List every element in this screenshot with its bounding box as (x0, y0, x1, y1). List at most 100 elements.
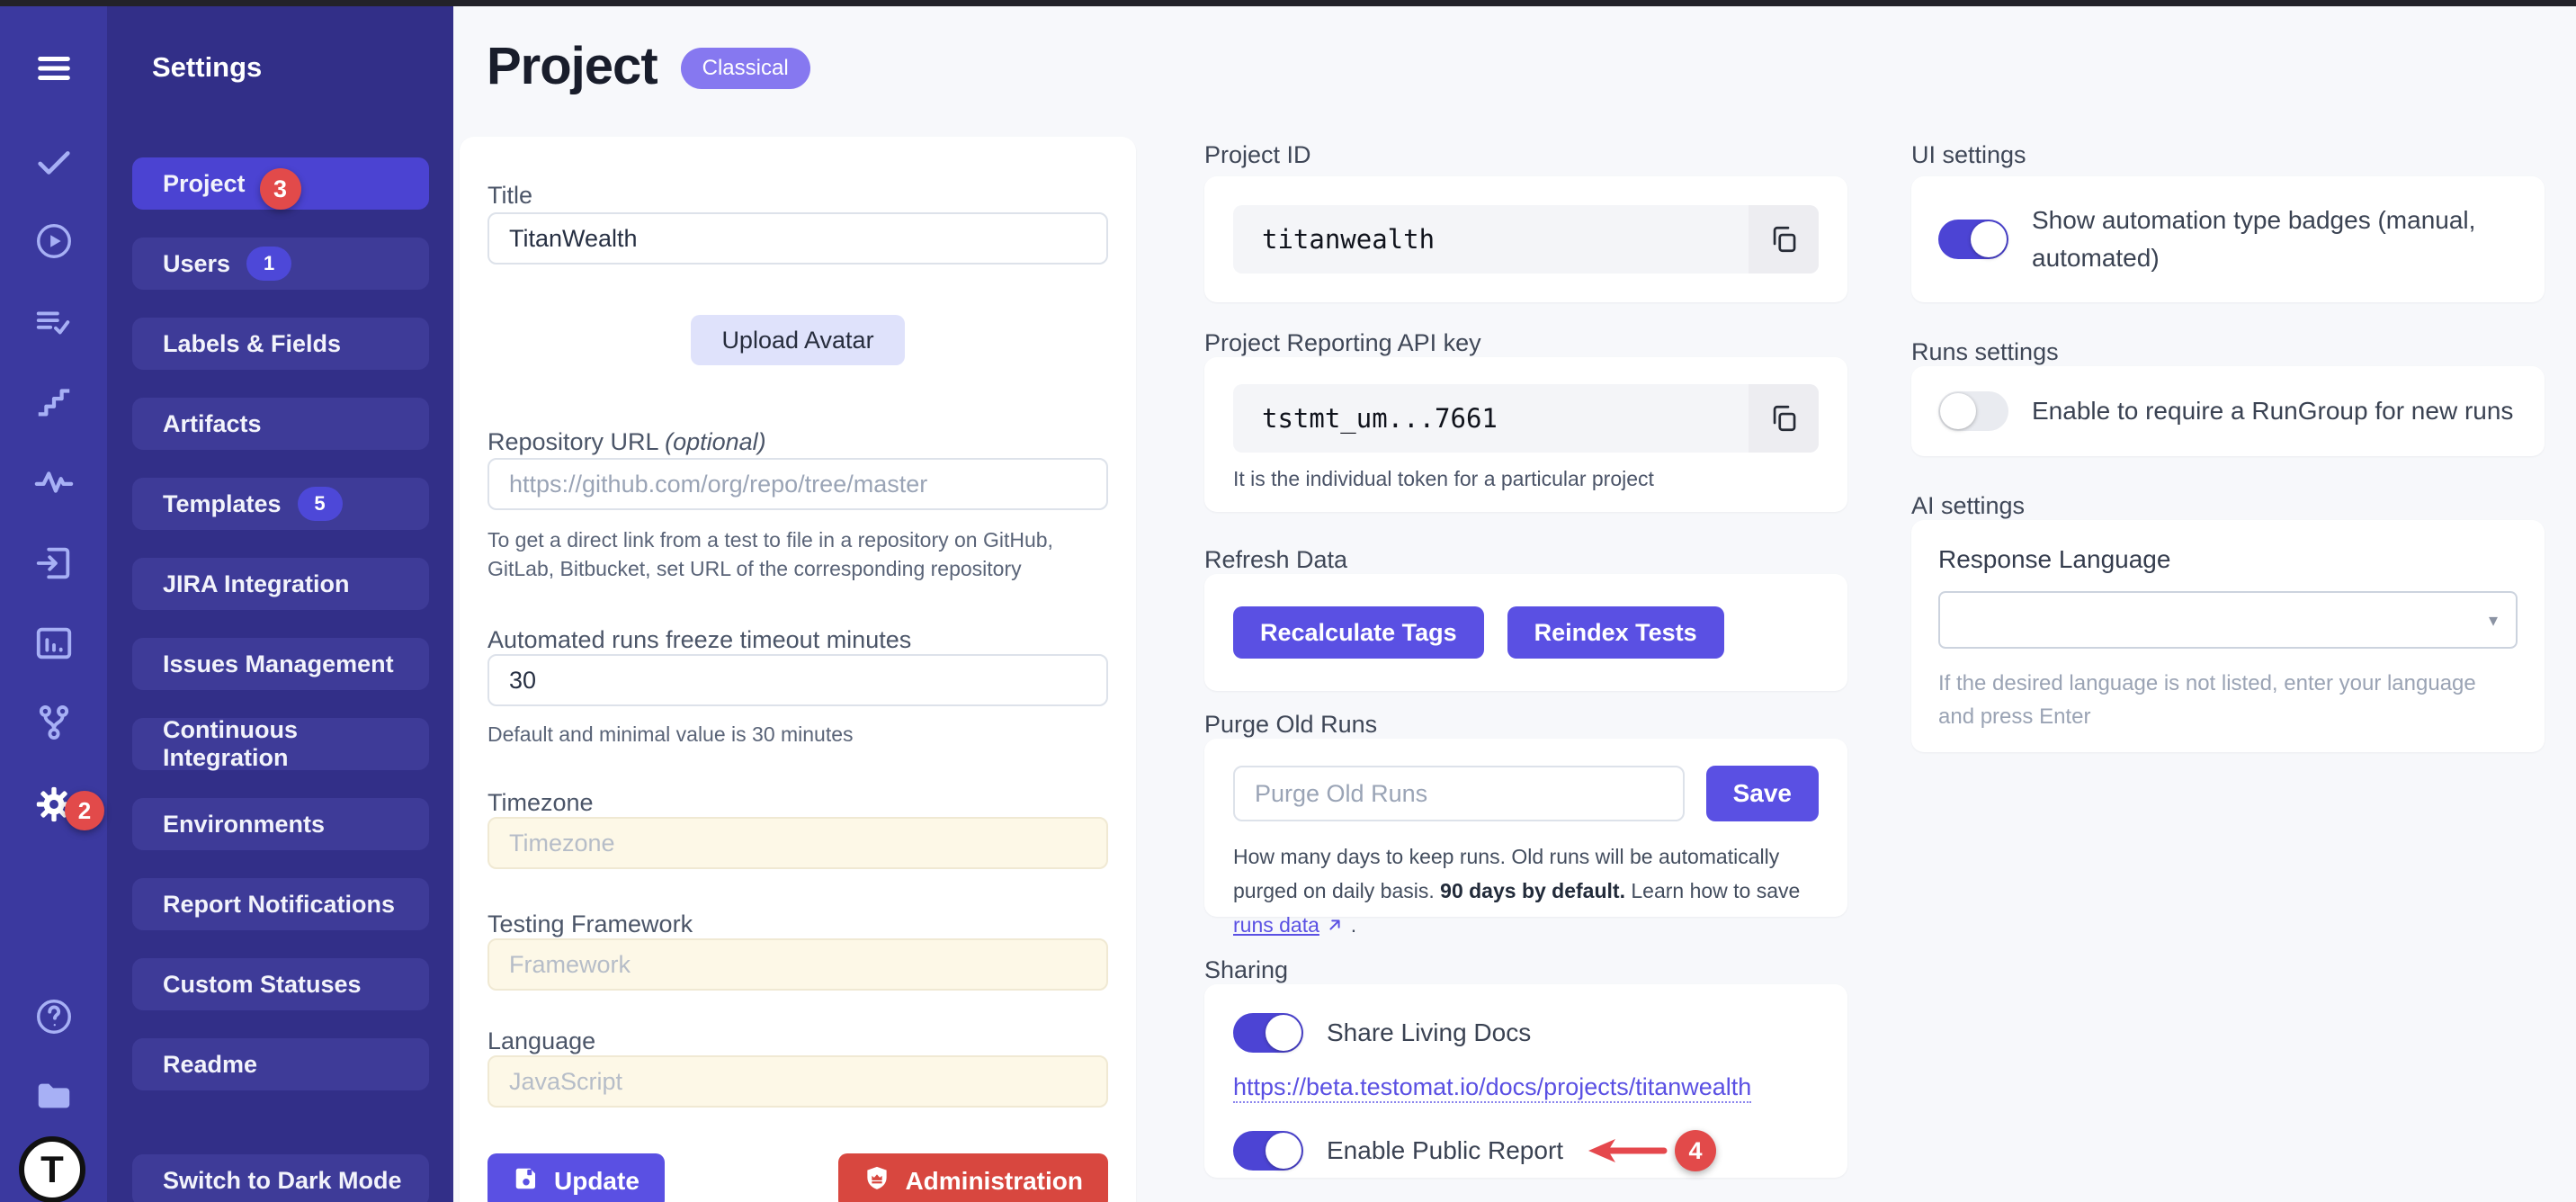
project-id-label: Project ID (1204, 141, 1847, 169)
sidebar-item-labels-fields[interactable]: Labels & Fields (132, 318, 429, 370)
repository-url-help: To get a direct link from a test to file… (487, 525, 1108, 583)
optional-hint: (optional) (665, 428, 766, 455)
steps-icon[interactable] (31, 380, 76, 425)
timezone-label: Timezone (487, 789, 1108, 817)
sidebar-item-issues-management[interactable]: Issues Management (132, 638, 429, 690)
project-id-value: titanwealth (1233, 224, 1749, 255)
api-key-label: Project Reporting API key (1204, 329, 1847, 357)
ai-settings-label: AI settings (1911, 492, 2545, 520)
sidebar-item-custom-statuses[interactable]: Custom Statuses (132, 958, 429, 1010)
sidebar-item-users[interactable]: Users 1 (132, 238, 429, 290)
runs-data-link[interactable]: runs data (1233, 913, 1319, 937)
sidebar-item-jira-integration[interactable]: JIRA Integration (132, 558, 429, 610)
ai-settings-card: Response Language ▾ If the desired langu… (1911, 520, 2545, 752)
branches-icon[interactable] (31, 700, 76, 745)
purge-old-runs-card: Save How many days to keep runs. Old run… (1204, 739, 1847, 917)
external-link-icon (1325, 915, 1345, 935)
api-key-field: tstmt_um...7661 (1233, 384, 1819, 453)
project-id-field: titanwealth (1233, 205, 1819, 274)
response-language-help: If the desired language is not listed, e… (1938, 667, 2518, 733)
sidebar-item-readme[interactable]: Readme (132, 1038, 429, 1090)
sidebar-item-report-notifications[interactable]: Report Notifications (132, 878, 429, 930)
project-info-column: Project ID titanwealth Project Reporting… (1204, 6, 1847, 1178)
language-input[interactable] (487, 1055, 1108, 1108)
copy-api-key-button[interactable] (1749, 384, 1819, 453)
form-actions: Update Administration (487, 1153, 1108, 1202)
living-docs-link[interactable]: https://beta.testomat.io/docs/projects/t… (1233, 1072, 1751, 1103)
title-input[interactable] (487, 212, 1108, 265)
runs-settings-label: Runs settings (1911, 338, 2545, 366)
sidebar-item-project[interactable]: Project 3 (132, 157, 429, 210)
help-icon[interactable] (31, 994, 76, 1039)
save-button[interactable]: Save (1706, 766, 1819, 821)
enable-public-report-label: Enable Public Report (1327, 1132, 1563, 1170)
copy-project-id-button[interactable] (1749, 205, 1819, 274)
testing-framework-label: Testing Framework (487, 910, 1108, 938)
timezone-input[interactable] (487, 817, 1108, 869)
sidebar-item-templates[interactable]: Templates 5 (132, 478, 429, 530)
recalculate-tags-button[interactable]: Recalculate Tags (1233, 606, 1484, 659)
settings-column: UI settings Show automation type badges … (1911, 6, 2545, 752)
icon-rail: 2 T (0, 6, 107, 1202)
annotation-arrow (1581, 1135, 1671, 1167)
ui-settings-card: Show automation type badges (manual, aut… (1911, 176, 2545, 302)
administration-button[interactable]: Administration (838, 1153, 1108, 1202)
ui-settings-label: UI settings (1911, 141, 2545, 169)
toggle-knob (1971, 221, 2007, 257)
hamburger-menu-icon[interactable] (31, 46, 76, 91)
sidebar-item-artifacts[interactable]: Artifacts (132, 398, 429, 450)
tests-check-icon[interactable] (31, 139, 76, 184)
response-language-select[interactable]: ▾ (1938, 591, 2518, 649)
runs-play-icon[interactable] (31, 219, 76, 264)
reindex-tests-button[interactable]: Reindex Tests (1507, 606, 1724, 659)
freeze-timeout-input[interactable] (487, 654, 1108, 706)
refresh-data-label: Refresh Data (1204, 546, 1847, 574)
api-key-help: It is the individual token for a particu… (1233, 467, 1819, 490)
repository-url-input[interactable] (487, 458, 1108, 510)
annotation-badge-public-report: 4 (1675, 1130, 1716, 1171)
page-head: Project Classical (487, 39, 810, 94)
general-settings-card: Title Upload Avatar Repository URL (opti… (460, 137, 1136, 1202)
freeze-timeout-help: Default and minimal value is 30 minutes (487, 722, 1108, 746)
toggle-knob (1266, 1133, 1301, 1169)
sidebar-title: Settings (152, 53, 453, 82)
purge-days-input[interactable] (1233, 766, 1685, 821)
sidebar-item-environments[interactable]: Environments (132, 798, 429, 850)
sidebar-item-dark-mode[interactable]: Switch to Dark Mode (132, 1154, 429, 1202)
sharing-label: Sharing (1204, 956, 1847, 984)
import-icon[interactable] (31, 541, 76, 586)
pulse-icon[interactable] (31, 460, 76, 505)
freeze-timeout-label: Automated runs freeze timeout minutes (487, 626, 1108, 654)
share-living-docs-toggle[interactable] (1233, 1013, 1303, 1053)
enable-public-report-toggle[interactable] (1233, 1131, 1303, 1171)
runs-settings-card: Enable to require a RunGroup for new run… (1911, 366, 2545, 456)
title-label: Title (487, 182, 1108, 210)
sidebar-item-continuous-integration[interactable]: Continuous Integration (132, 718, 429, 770)
test-plans-icon[interactable] (31, 300, 76, 345)
purge-help: How many days to keep runs. Old runs wil… (1233, 839, 1819, 942)
enable-public-report-row: Enable Public Report 4 (1233, 1130, 1819, 1171)
project-type-badge: Classical (681, 48, 810, 89)
main-content: Project Classical Title Upload Avatar Re… (453, 6, 2576, 1202)
language-label: Language (487, 1027, 1108, 1055)
refresh-data-card: Recalculate Tags Reindex Tests (1204, 574, 1847, 691)
sidebar-items: Project 3 Users 1 Labels & Fields Artifa… (107, 157, 453, 1202)
templates-count-badge: 5 (298, 487, 343, 521)
avatar[interactable]: T (19, 1136, 85, 1202)
projects-folder-icon[interactable] (31, 1073, 76, 1118)
sharing-card: Share Living Docs https://beta.testomat.… (1204, 984, 1847, 1178)
testing-framework-input[interactable] (487, 938, 1108, 991)
repository-url-label: Repository URL (optional) (487, 428, 1108, 456)
users-count-badge: 1 (246, 247, 291, 281)
upload-avatar-button[interactable]: Upload Avatar (691, 315, 904, 365)
settings-sidebar: Settings Project 3 Users 1 Labels & Fiel… (107, 6, 453, 1202)
toggle-knob (1940, 393, 1976, 429)
purge-row: Save (1233, 766, 1819, 821)
analytics-icon[interactable] (31, 621, 76, 666)
update-button[interactable]: Update (487, 1153, 665, 1202)
require-rungroup-toggle[interactable] (1938, 391, 2008, 431)
response-language-label: Response Language (1938, 545, 2518, 573)
share-living-docs-label: Share Living Docs (1327, 1014, 1531, 1052)
require-rungroup-label: Enable to require a RunGroup for new run… (2032, 392, 2513, 430)
automation-badges-toggle[interactable] (1938, 220, 2008, 259)
